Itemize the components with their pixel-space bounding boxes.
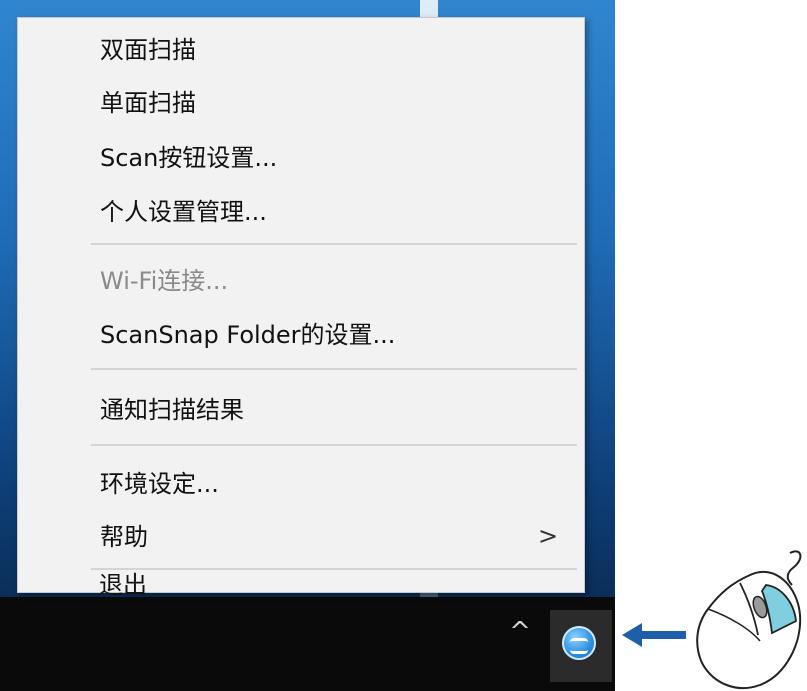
arrow-shape bbox=[622, 623, 686, 647]
menu-item-scan-button-settings[interactable]: Scan按钮设置... bbox=[100, 138, 277, 178]
menu-separator bbox=[91, 444, 577, 446]
pointer-arrow-icon bbox=[622, 623, 686, 647]
show-hidden-icons-chevron-icon[interactable]: ^ bbox=[505, 617, 535, 647]
menu-item-preferences[interactable]: 环境设定... bbox=[100, 464, 219, 504]
menu-separator bbox=[91, 568, 577, 570]
scansnap-manager-icon bbox=[562, 626, 596, 660]
menu-item-wifi-connection: Wi-Fi连接... bbox=[100, 267, 229, 295]
menu-separator bbox=[91, 368, 577, 370]
menu-item-notify-scan-results[interactable]: 通知扫描结果 bbox=[100, 390, 244, 430]
context-menu: 双面扫描 单面扫描 Scan按钮设置... 个人设置管理... Wi-Fi连接.… bbox=[17, 17, 585, 593]
menu-item-simplex-scan[interactable]: 单面扫描 bbox=[100, 83, 196, 123]
menu-item-exit[interactable]: 退出 bbox=[99, 567, 147, 603]
menu-item-profile-management[interactable]: 个人设置管理... bbox=[100, 192, 267, 232]
mouse-icon bbox=[696, 550, 802, 689]
menu-item-duplex-scan[interactable]: 双面扫描 bbox=[100, 30, 196, 70]
menu-separator bbox=[91, 243, 577, 245]
menu-item-scansnap-folder-settings[interactable]: ScanSnap Folder的设置... bbox=[100, 315, 395, 355]
mouse-cable bbox=[786, 550, 802, 586]
chevron-right-icon: > bbox=[538, 522, 559, 550]
menu-item-help[interactable]: 帮助 bbox=[100, 517, 148, 557]
scansnap-tray-icon[interactable] bbox=[550, 610, 612, 682]
